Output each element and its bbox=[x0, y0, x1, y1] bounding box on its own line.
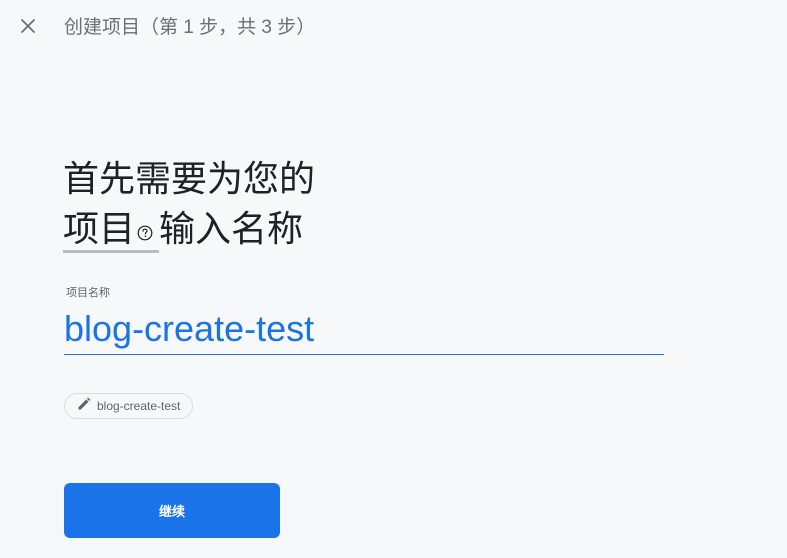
project-id-chip[interactable]: blog-create-test bbox=[64, 393, 194, 419]
project-term: 项目 bbox=[63, 208, 136, 249]
close-button[interactable] bbox=[12, 12, 44, 44]
close-icon bbox=[20, 18, 36, 39]
heading-line-2: 项目 输入名称 bbox=[63, 204, 315, 254]
continue-button[interactable]: 继续 bbox=[64, 483, 280, 538]
help-circle-icon bbox=[137, 208, 153, 250]
project-name-label: 项目名称 bbox=[66, 287, 110, 299]
heading-line-1: 首先需要为您的 bbox=[63, 158, 316, 199]
project-term-tooltip[interactable]: 项目 bbox=[63, 208, 160, 253]
heading-line-2-rest: 输入名称 bbox=[159, 208, 304, 249]
pencil-icon bbox=[77, 397, 91, 416]
step-title: 创建项目（第 1 步，共 3 步） bbox=[64, 17, 316, 38]
page-heading: 首先需要为您的 项目 输入名称 bbox=[63, 154, 315, 254]
project-id-text: blog-create-test bbox=[97, 399, 181, 413]
project-name-input[interactable] bbox=[64, 303, 664, 355]
create-project-page: 创建项目（第 1 步，共 3 步） 首先需要为您的 项目 输入名称 项目名称 b… bbox=[0, 0, 787, 558]
